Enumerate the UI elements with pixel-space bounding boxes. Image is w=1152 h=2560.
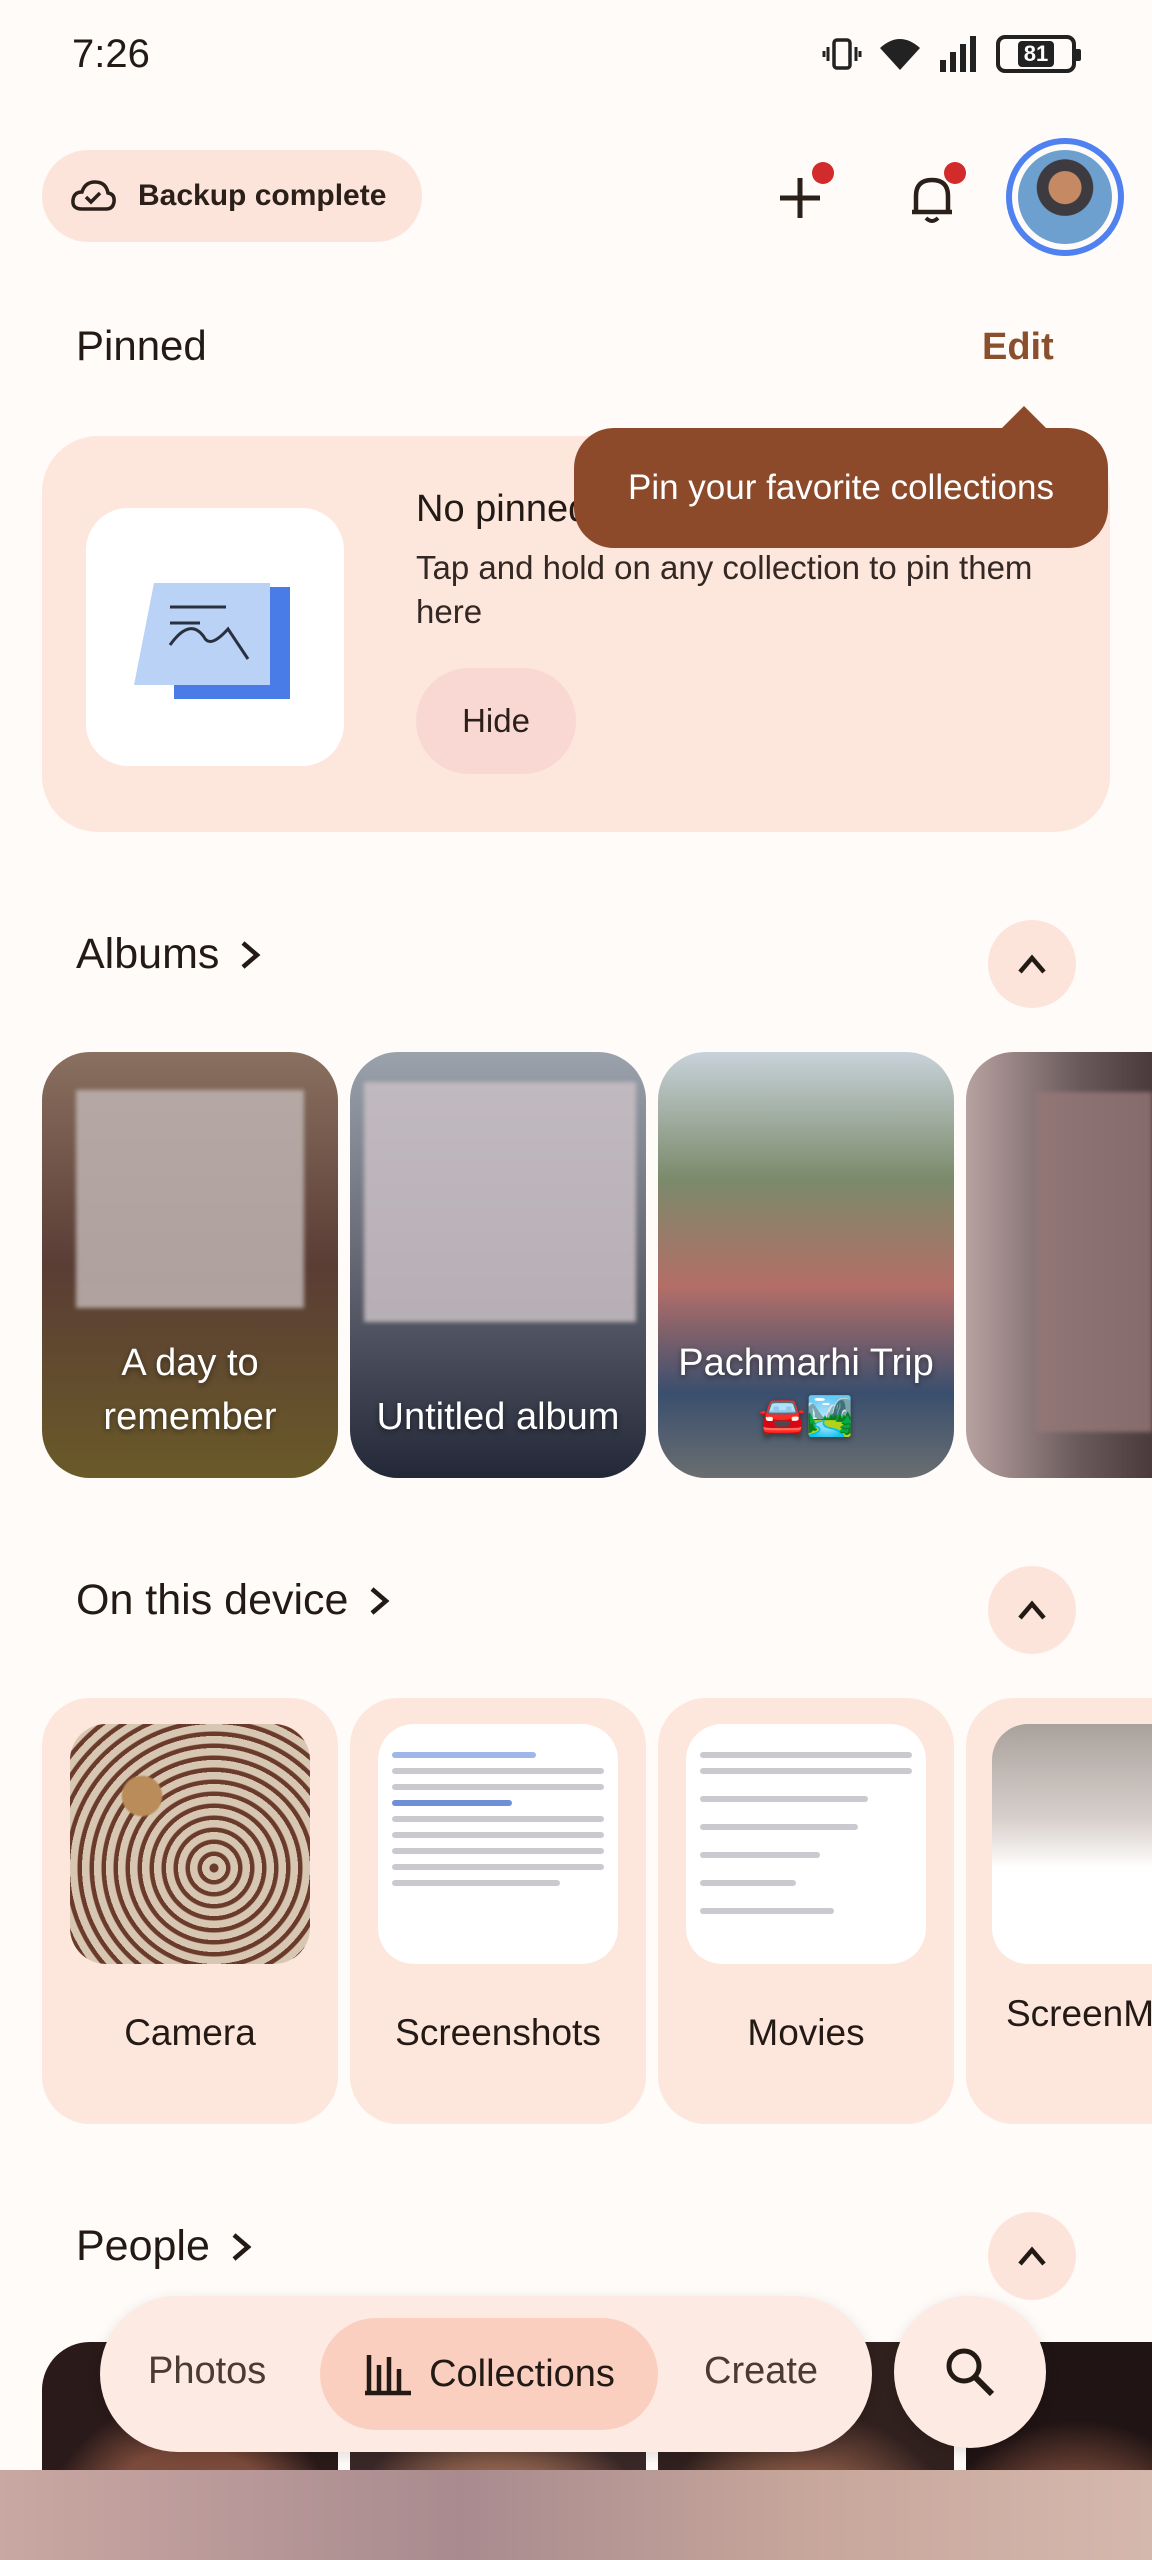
status-icons: 81 [822,34,1081,74]
album-label: A day to remember [103,1342,277,1438]
chevron-right-icon [232,2232,252,2261]
chevron-up-icon [1018,2246,1046,2266]
album-card[interactable] [966,1052,1152,1478]
folder-label: Movies [747,2012,865,2053]
chevron-up-icon [1018,954,1046,974]
albums-header[interactable]: Albums [76,930,263,979]
pinned-title: Pinned [76,322,207,369]
device-header[interactable]: On this device [76,1576,392,1625]
edit-pinned-button[interactable]: Edit [982,326,1054,369]
wifi-icon [880,39,920,70]
tab-collections[interactable]: Collections [320,2318,658,2430]
folder-thumbnail [992,1724,1152,1964]
people-title: People [76,2222,210,2270]
battery-level: 81 [1017,41,1055,67]
notification-dot [812,162,834,184]
collapse-people-button[interactable] [988,2212,1076,2300]
folder-label: Camera [124,2012,256,2053]
collections-icon [365,2355,412,2396]
sticky-note-icon [134,583,290,699]
album-card[interactable]: Untitled album [350,1052,646,1478]
tab-collections-label: Collections [429,2352,615,2395]
notifications-button[interactable] [884,150,980,246]
album-label: Untitled album [376,1396,620,1438]
folder-label: Screenshots [395,2012,601,2053]
folder-card[interactable]: ScreenMaster [966,1698,1152,2124]
pinned-empty-title: No pinned [416,488,590,530]
pinned-empty-description: Tap and hold on any collection to pin th… [416,549,1033,630]
backup-status-chip[interactable]: Backup complete [42,150,422,242]
blurred-face [76,1090,304,1308]
album-card[interactable]: A day to remember [42,1052,338,1478]
folder-thumbnail [686,1724,926,1964]
chevron-right-icon [241,940,261,969]
status-bar: 7:26 81 [0,0,1152,110]
blurred-face [1036,1092,1152,1432]
albums-title: Albums [76,930,220,978]
search-button[interactable] [894,2296,1046,2448]
avatar-image [1018,150,1112,244]
cloud-done-icon [71,180,116,211]
pin-tooltip[interactable]: Pin your favorite collections [574,406,1108,548]
device-title: On this device [76,1576,349,1624]
account-avatar[interactable] [1006,138,1124,256]
tab-photos[interactable]: Photos [148,2350,266,2393]
gesture-area [0,2470,1152,2560]
album-label: Pachmarhi Trip 🚘🏞️ [678,1342,934,1438]
folder-card[interactable]: Movies [658,1698,954,2124]
vibrate-icon [822,38,862,70]
notification-dot [944,162,966,184]
album-card[interactable]: Pachmarhi Trip 🚘🏞️ [658,1052,954,1478]
folder-label: ScreenMaster [1006,1993,1152,2034]
chevron-right-icon [371,1586,390,1615]
hide-button[interactable]: Hide [416,668,576,774]
battery-icon: 81 [996,35,1081,73]
blurred-face [364,1082,636,1322]
folder-card[interactable]: Screenshots [350,1698,646,2124]
chevron-up-icon [1018,1600,1046,1620]
tab-create[interactable]: Create [704,2350,818,2393]
signal-icon [940,36,976,72]
collapse-albums-button[interactable] [988,920,1076,1008]
bottom-navigation: Photos Collections Create [100,2296,872,2452]
folder-card[interactable]: Camera [42,1698,338,2124]
people-header[interactable]: People [76,2222,254,2271]
backup-status-label: Backup complete [138,179,387,212]
search-icon [946,2348,995,2397]
folder-thumbnail [378,1724,618,1964]
add-button[interactable] [752,150,848,246]
pinned-placeholder-illustration [86,508,344,766]
status-time: 7:26 [72,32,150,76]
collapse-device-button[interactable] [988,1566,1076,1654]
folder-thumbnail [70,1724,310,1964]
